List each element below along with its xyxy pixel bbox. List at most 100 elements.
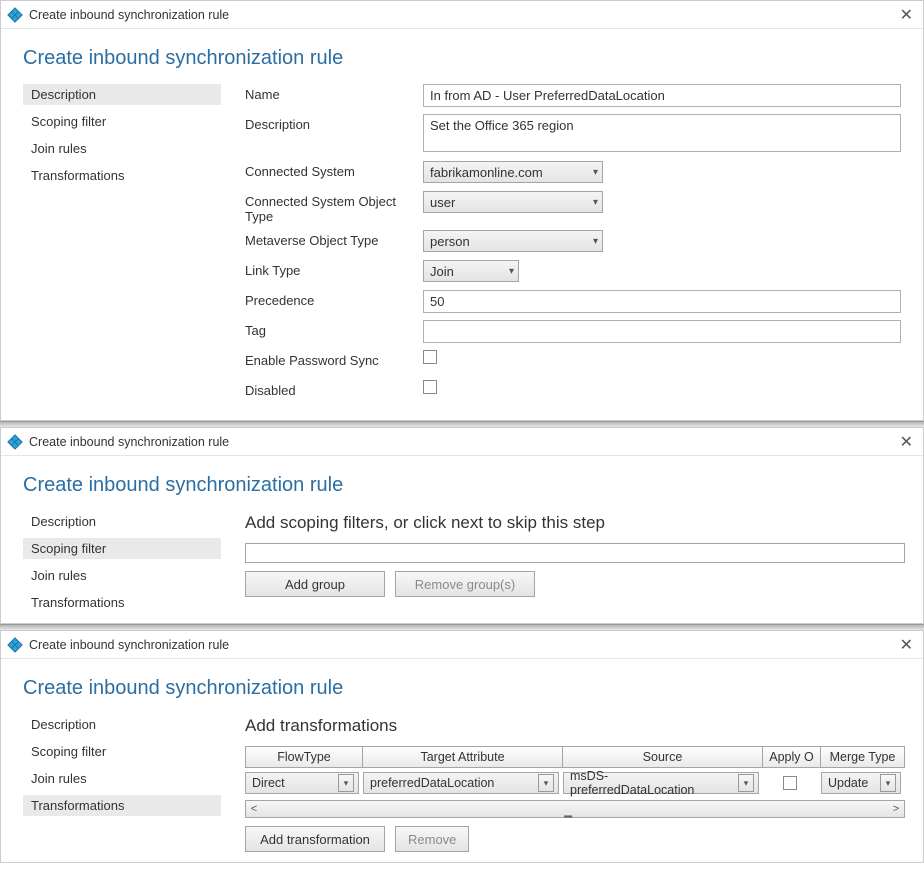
cs-object-type-value: user [430,195,585,210]
wizard-sidebar: Description Scoping filter Join rules Tr… [23,84,221,410]
chevron-down-icon: ▾ [593,197,598,208]
connected-system-select[interactable]: fabrikamonline.com ▾ [423,161,603,183]
mv-object-type-value: person [430,234,585,249]
app-icon [7,434,23,450]
horizontal-scrollbar[interactable]: < ━ > [245,800,905,818]
transformations-content: Add transformations FlowType Target Attr… [221,714,905,852]
scroll-right-icon[interactable]: > [888,803,904,815]
link-type-select[interactable]: Join▾ [423,260,519,282]
disabled-checkbox[interactable] [423,380,437,394]
window-titlebar: Create inbound synchronization rule ✕ [1,1,923,29]
sidebar-item-scoping-filter[interactable]: Scoping filter [23,741,221,762]
sidebar-item-join-rules[interactable]: Join rules [23,768,221,789]
close-icon[interactable]: ✕ [896,432,917,452]
connected-system-label: Connected System [245,161,423,179]
grid-row: Direct▾ preferredDataLocation▾ msDS-pref… [245,772,905,794]
grid-header-flowtype[interactable]: FlowType [245,746,363,768]
name-input[interactable] [423,84,901,107]
connected-system-value: fabrikamonline.com [430,165,585,180]
merge-type-value: Update [828,776,874,790]
grid-header-source[interactable]: Source [563,746,763,768]
link-type-value: Join [430,264,501,279]
sidebar-item-label: Scoping filter [31,541,106,556]
precedence-label: Precedence [245,290,423,308]
window-titlebar: Create inbound synchronization rule ✕ [1,631,923,659]
link-type-label: Link Type [245,260,423,278]
source-select[interactable]: msDS-preferredDataLocation▾ [563,772,759,794]
sidebar-item-join-rules[interactable]: Join rules [23,138,221,159]
sidebar-item-label: Description [31,87,96,102]
sidebar-item-description[interactable]: Description [23,714,221,735]
chevron-down-icon: ▾ [593,167,598,178]
enable-pwd-sync-checkbox[interactable] [423,350,437,364]
window-title: Create inbound synchronization rule [29,638,896,652]
disabled-label: Disabled [245,380,423,398]
window-titlebar: Create inbound synchronization rule ✕ [1,428,923,456]
section-title: Add scoping filters, or click next to sk… [245,511,905,543]
cs-object-type-label: Connected System Object Type [245,191,423,224]
sidebar-item-transformations[interactable]: Transformations [23,592,221,613]
page-title: Create inbound synchronization rule [1,456,923,511]
description-label: Description [245,114,423,132]
cs-object-type-select[interactable]: user ▾ [423,191,603,213]
tag-input[interactable] [423,320,901,343]
add-group-button[interactable]: Add group [245,571,385,597]
scoping-filter-content: Add scoping filters, or click next to sk… [221,511,905,613]
tag-label: Tag [245,320,423,338]
panel-transformations: Create inbound synchronization rule ✕ Cr… [0,630,924,863]
add-transformation-button[interactable]: Add transformation [245,826,385,852]
button-label: Remove [408,832,456,847]
scroll-left-icon[interactable]: < [246,803,262,815]
grid-header-apply-once[interactable]: Apply O [763,746,821,768]
close-icon[interactable]: ✕ [896,5,917,25]
button-label: Remove group(s) [415,577,515,592]
window-title: Create inbound synchronization rule [29,435,896,449]
description-input[interactable]: Set the Office 365 region [423,114,901,152]
close-icon[interactable]: ✕ [896,635,917,655]
remove-groups-button[interactable]: Remove group(s) [395,571,535,597]
chevron-down-icon: ▾ [738,774,754,792]
wizard-sidebar: Description Scoping filter Join rules Tr… [23,511,221,613]
sidebar-item-scoping-filter[interactable]: Scoping filter [23,538,221,559]
button-label: Add group [285,577,345,592]
panel-scoping-filter: Create inbound synchronization rule ✕ Cr… [0,427,924,624]
mv-object-type-select[interactable]: person ▾ [423,230,603,252]
sidebar-item-label: Description [31,717,96,732]
sidebar-item-label: Transformations [31,595,124,610]
sidebar-item-label: Scoping filter [31,744,106,759]
sidebar-item-transformations[interactable]: Transformations [23,795,221,816]
chevron-down-icon: ▾ [593,236,598,247]
sidebar-item-join-rules[interactable]: Join rules [23,565,221,586]
target-attribute-select[interactable]: preferredDataLocation▾ [363,772,559,794]
sidebar-item-description[interactable]: Description [23,511,221,532]
description-form: Name Description Set the Office 365 regi… [221,84,901,410]
page-title: Create inbound synchronization rule [1,659,923,714]
scoping-filter-list[interactable] [245,543,905,563]
section-title: Add transformations [245,714,905,746]
app-icon [7,637,23,653]
precedence-input[interactable] [423,290,901,313]
enable-pwd-sync-label: Enable Password Sync [245,350,423,368]
sidebar-item-transformations[interactable]: Transformations [23,165,221,186]
remove-button[interactable]: Remove [395,826,469,852]
mv-object-type-label: Metaverse Object Type [245,230,423,248]
chevron-down-icon: ▾ [880,774,896,792]
sidebar-item-label: Join rules [31,771,87,786]
apply-once-checkbox[interactable] [783,776,797,790]
sidebar-item-label: Join rules [31,141,87,156]
sidebar-item-scoping-filter[interactable]: Scoping filter [23,111,221,132]
chevron-down-icon: ▾ [538,774,554,792]
button-label: Add transformation [260,832,370,847]
chevron-down-icon: ▾ [338,774,354,792]
grid-header-merge[interactable]: Merge Type [821,746,905,768]
merge-type-select[interactable]: Update ▾ [821,772,901,794]
name-label: Name [245,84,423,102]
flowtype-select[interactable]: Direct▾ [245,772,359,794]
sidebar-item-label: Transformations [31,168,124,183]
grid-header-target[interactable]: Target Attribute [363,746,563,768]
sidebar-item-description[interactable]: Description [23,84,221,105]
app-icon [7,7,23,23]
scroll-thumb[interactable]: ━ [556,812,580,822]
transformations-grid: FlowType Target Attribute Source Apply O… [245,746,905,794]
sidebar-item-label: Scoping filter [31,114,106,129]
